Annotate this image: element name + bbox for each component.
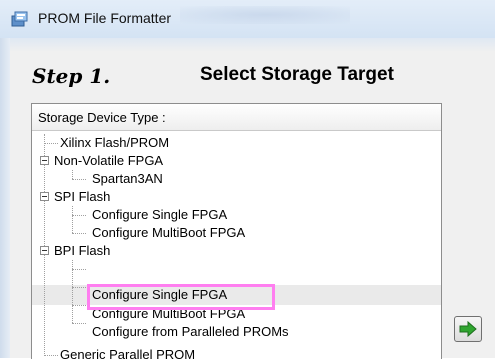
tree-item-non-volatile-fpga[interactable]: Non-Volatile FPGA bbox=[54, 152, 163, 170]
step-label: Step 1. bbox=[32, 64, 111, 88]
storage-device-tree[interactable]: Storage Device Type : Xilinx Flash/PROM … bbox=[31, 103, 442, 359]
tree-connector bbox=[72, 170, 73, 179]
tree-item-spi-configure-single-fpga[interactable]: Configure Single FPGA bbox=[92, 206, 227, 224]
tree-item-generic-parallel-prom[interactable]: Generic Parallel PROM bbox=[60, 346, 195, 359]
prom-formatter-icon bbox=[11, 11, 28, 27]
collapse-toggle-spi-flash[interactable] bbox=[40, 192, 49, 201]
tree-header: Storage Device Type : bbox=[32, 104, 441, 131]
tree-connector bbox=[44, 134, 45, 356]
next-button[interactable] bbox=[454, 316, 482, 342]
tree-item-spartan3an[interactable]: Spartan3AN bbox=[92, 170, 163, 188]
tree-connector bbox=[72, 206, 73, 233]
tree-item-bpi-flash[interactable]: BPI Flash bbox=[54, 242, 110, 260]
title-bar: PROM File Formatter bbox=[0, 0, 495, 38]
tree-item-spi-configure-multiboot-fpga[interactable]: Configure MultiBoot FPGA bbox=[92, 224, 245, 242]
window-title: PROM File Formatter bbox=[38, 10, 172, 26]
right-arrow-icon bbox=[459, 321, 477, 337]
tree-item-spi-flash[interactable]: SPI Flash bbox=[54, 188, 110, 206]
selection-highlight-box bbox=[87, 284, 275, 310]
collapse-toggle-non-volatile-fpga[interactable] bbox=[40, 156, 49, 165]
section-title: Select Storage Target bbox=[200, 64, 394, 85]
tree-header-label: Storage Device Type : bbox=[38, 110, 166, 125]
tree-item-xilinx-flash-prom[interactable]: Xilinx Flash/PROM bbox=[60, 134, 169, 152]
tree-item-configure-from-paralleled-proms[interactable]: Configure from Paralleled PROMs bbox=[92, 323, 289, 341]
collapse-toggle-bpi-flash[interactable] bbox=[40, 246, 49, 255]
